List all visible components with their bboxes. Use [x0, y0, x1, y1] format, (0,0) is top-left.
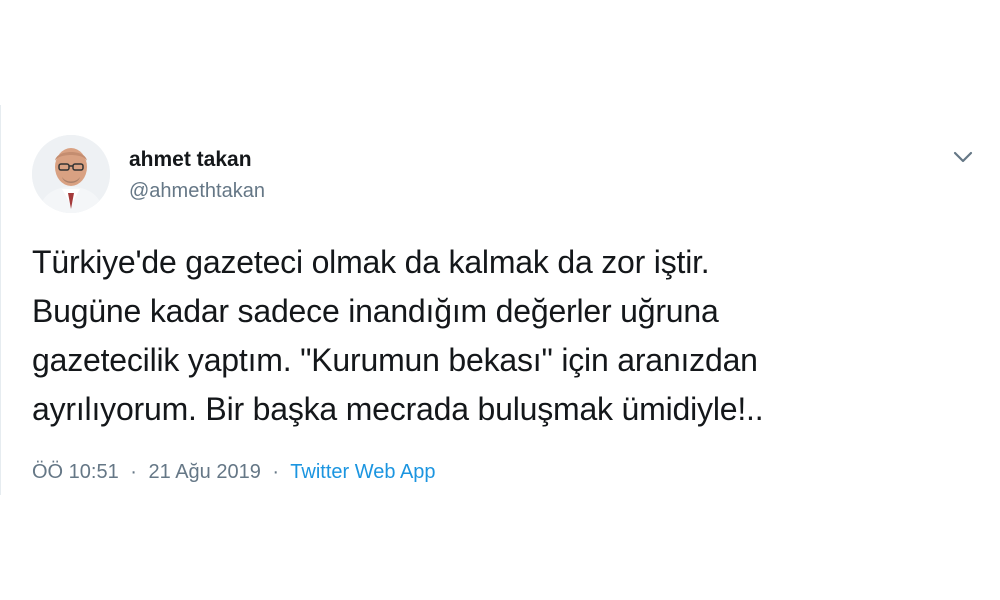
tweet-source-link[interactable]: Twitter Web App: [290, 461, 435, 483]
tweet-text: Türkiye'de gazeteci olmak da kalmak da z…: [32, 238, 982, 434]
tweet-meta: ÖÖ 10:51 · 21 Ağu 2019 · Twitter Web App: [32, 461, 436, 484]
meta-separator: ·: [130, 461, 137, 483]
chevron-down-icon[interactable]: [949, 145, 977, 169]
tweet-text-line: Türkiye'de gazeteci olmak da kalmak da z…: [32, 244, 710, 280]
tweet-time[interactable]: ÖÖ 10:51: [32, 461, 119, 483]
tweet-text-line: Bugüne kadar sadece inandığım değerler u…: [32, 293, 719, 329]
tweet-date[interactable]: 21 Ağu 2019: [149, 461, 261, 483]
author-name[interactable]: ahmet takan: [129, 148, 252, 172]
tweet-text-line: ayrılıyorum. Bir başka mecrada buluşmak …: [32, 391, 764, 427]
tweet-text-line: gazetecilik yaptım. "Kurumun bekası" içi…: [32, 342, 758, 378]
avatar[interactable]: [32, 135, 110, 213]
author-handle[interactable]: @ahmethtakan: [129, 180, 265, 203]
page: ahmet takan @ahmethtakan Türkiye'de gaze…: [0, 0, 1000, 600]
avatar-image: [32, 135, 110, 213]
meta-separator: ·: [272, 461, 280, 483]
tweet-card: ahmet takan @ahmethtakan Türkiye'de gaze…: [0, 105, 1000, 495]
